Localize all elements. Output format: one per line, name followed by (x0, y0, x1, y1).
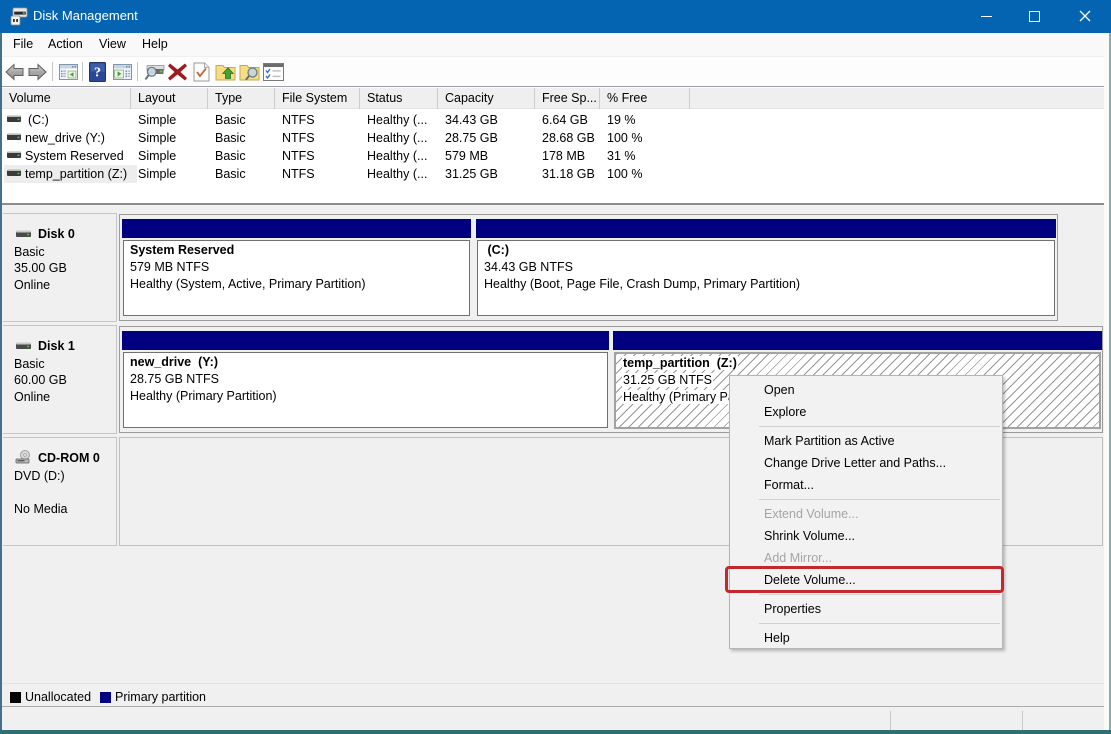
svg-text:?: ? (94, 66, 101, 81)
